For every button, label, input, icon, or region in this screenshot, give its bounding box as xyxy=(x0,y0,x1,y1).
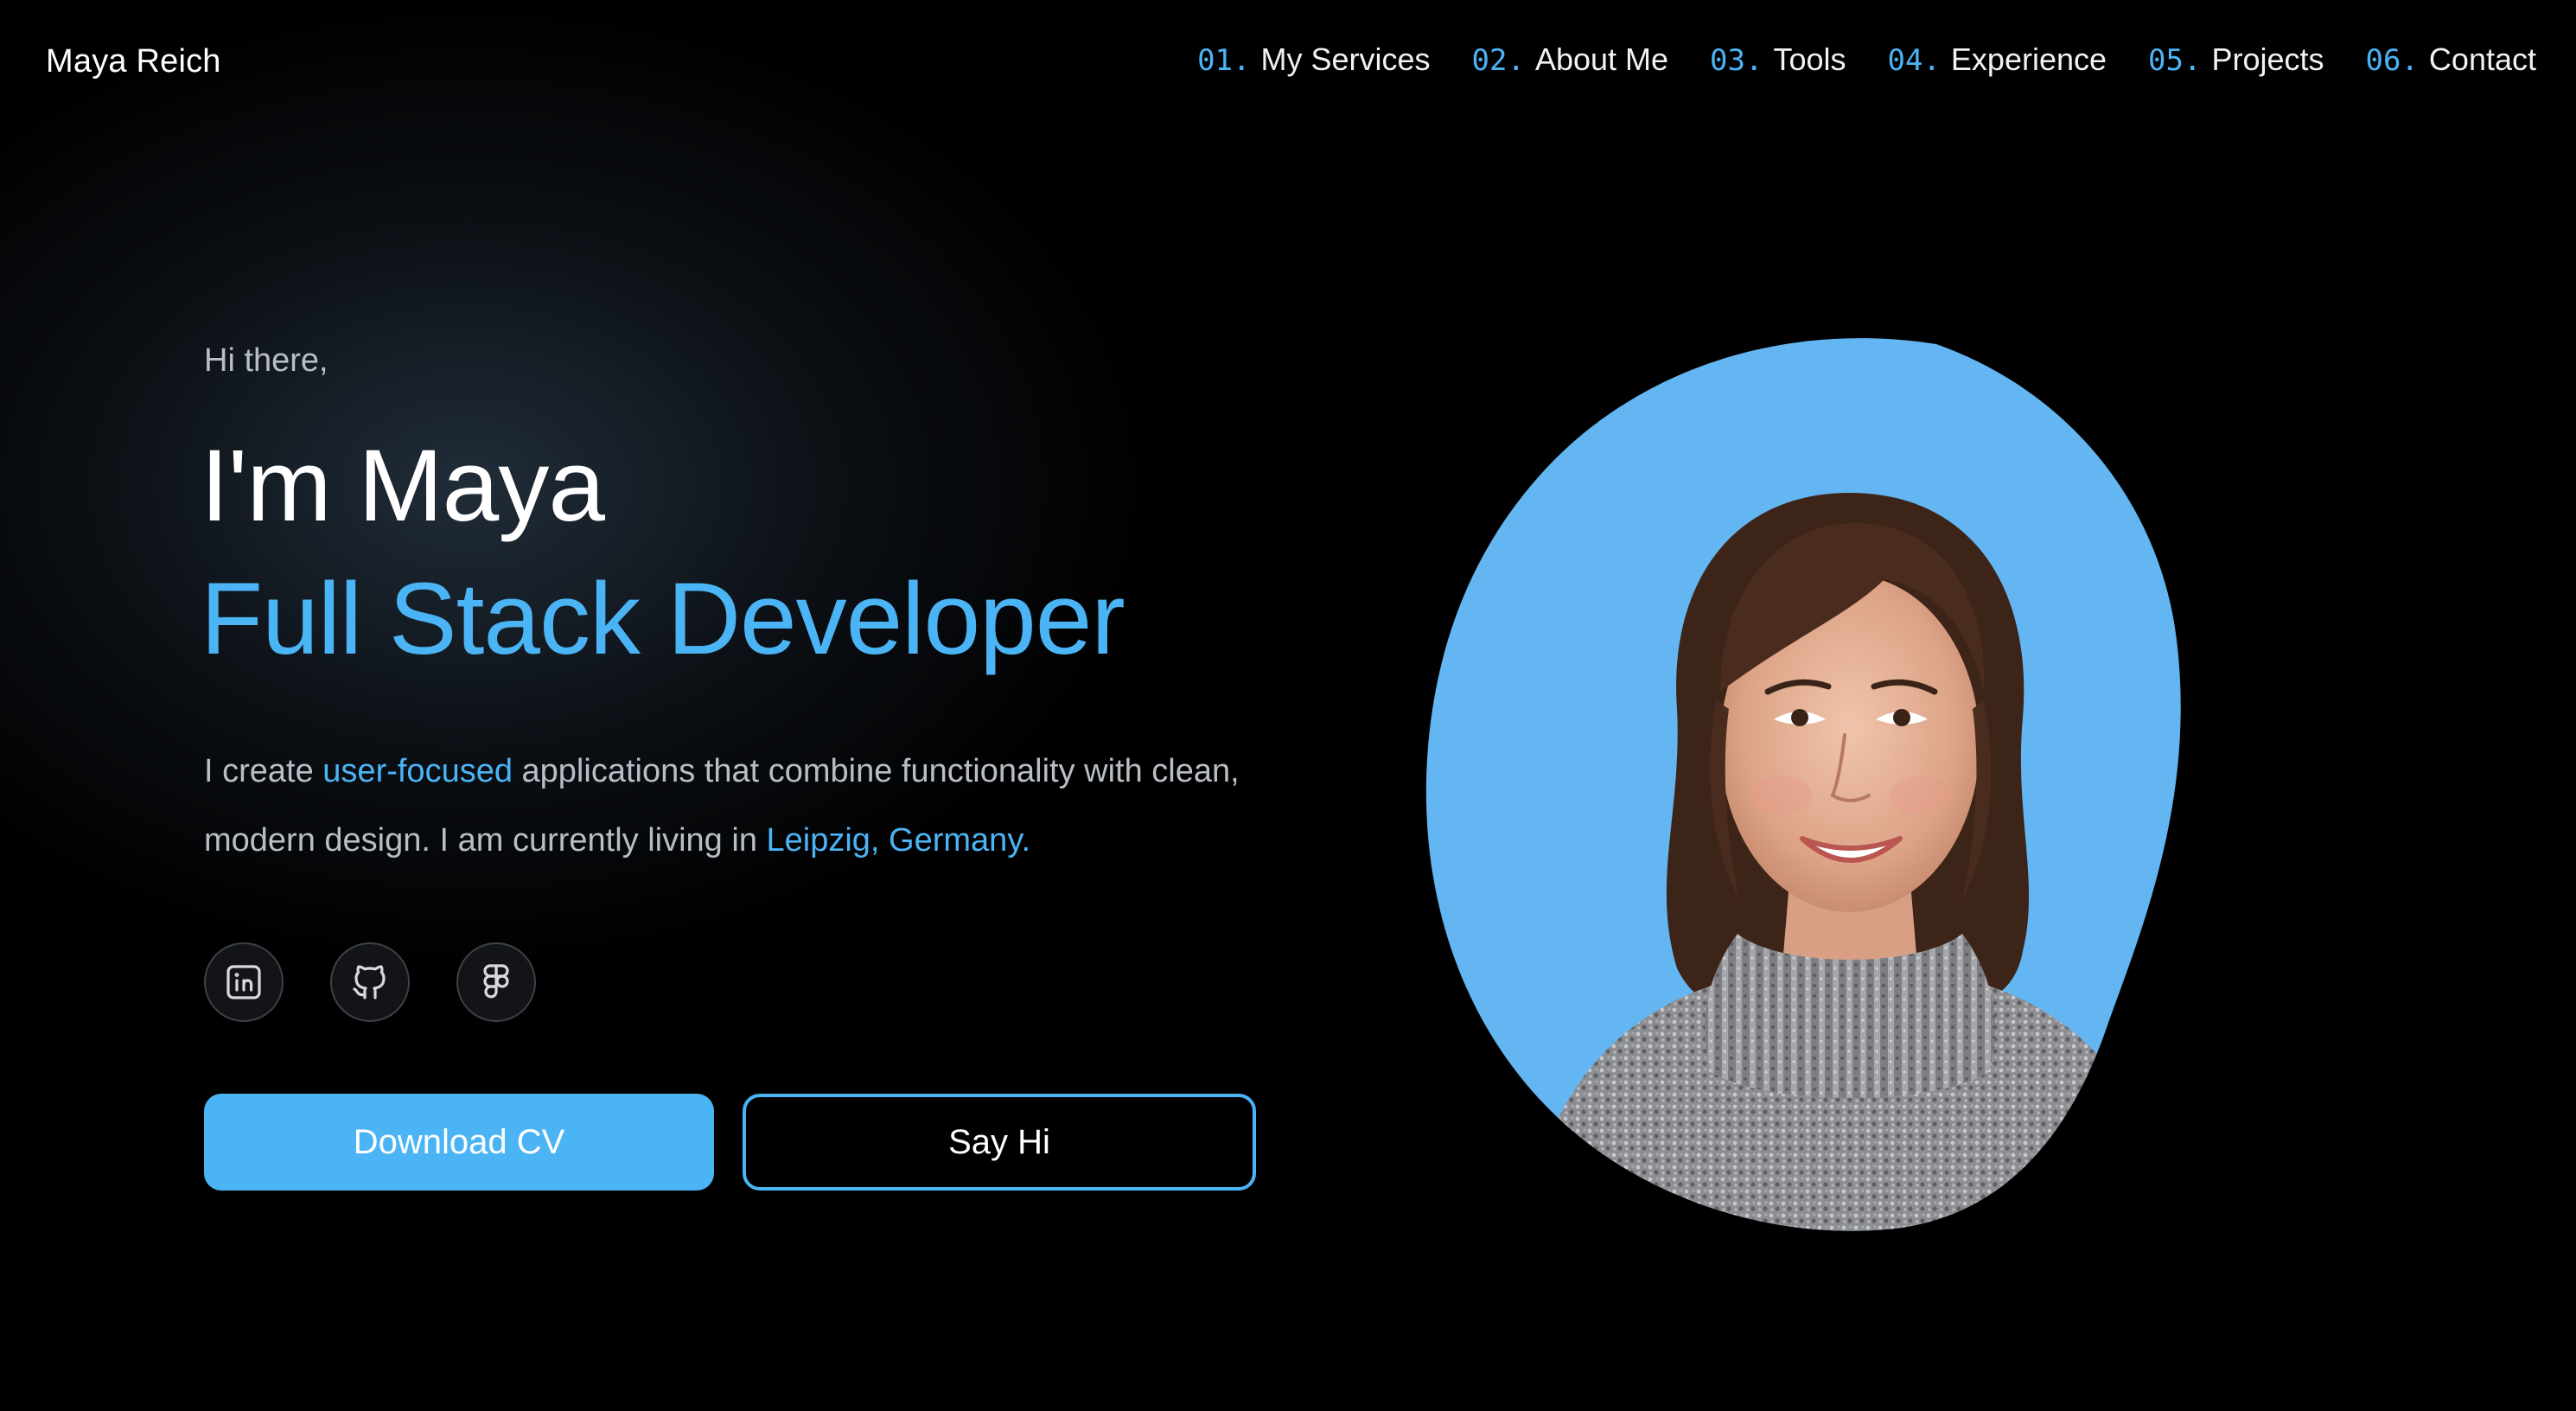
nav-label: Experience xyxy=(1950,42,2107,77)
brand-name[interactable]: Maya Reich xyxy=(46,42,221,81)
nav-label: Contact xyxy=(2428,42,2536,77)
nav-item-projects[interactable]: 05. Projects xyxy=(2148,40,2324,80)
nav-number: 04. xyxy=(1887,43,1941,78)
github-link[interactable] xyxy=(330,942,410,1022)
intro-highlight-location: Leipzig, Germany. xyxy=(766,822,1031,859)
intro-paragraph: I create user-focused applications that … xyxy=(204,737,1276,875)
profile-portrait xyxy=(1425,338,2181,1231)
hero-headline: I'm Maya xyxy=(201,429,605,543)
nav-number: 03. xyxy=(1710,43,1763,78)
github-icon xyxy=(353,965,386,999)
linkedin-icon xyxy=(226,965,261,999)
nav-label: Tools xyxy=(1773,42,1846,77)
nav-number: 01. xyxy=(1197,43,1251,78)
nav-item-contact[interactable]: 06. Contact xyxy=(2366,40,2537,80)
nav-number: 06. xyxy=(2365,43,2419,78)
nav-item-experience[interactable]: 04. Experience xyxy=(1888,40,2107,80)
say-hi-button[interactable]: Say Hi xyxy=(743,1094,1256,1191)
hero-role: Full Stack Developer xyxy=(201,562,1125,676)
nav-number: 02. xyxy=(1471,43,1525,78)
figma-icon xyxy=(483,964,509,999)
intro-text: I create xyxy=(204,753,323,789)
nav-label: My Services xyxy=(1260,42,1431,77)
hero-page: Maya Reich 01. My Services 02. About Me … xyxy=(0,0,2576,1411)
linkedin-link[interactable] xyxy=(204,942,284,1022)
greeting-text: Hi there, xyxy=(204,342,328,379)
intro-highlight-user-focused: user-focused xyxy=(322,753,513,789)
download-cv-button[interactable]: Download CV xyxy=(204,1094,714,1191)
nav-label: About Me xyxy=(1534,42,1669,77)
nav-item-my-services[interactable]: 01. My Services xyxy=(1197,40,1430,80)
figma-link[interactable] xyxy=(456,942,536,1022)
social-links xyxy=(204,942,536,1022)
main-nav: 01. My Services 02. About Me 03. Tools 0… xyxy=(1197,40,2536,80)
nav-number: 05. xyxy=(2148,43,2202,78)
nav-item-about-me[interactable]: 02. About Me xyxy=(1472,40,1669,80)
nav-label: Projects xyxy=(2211,42,2324,77)
nav-item-tools[interactable]: 03. Tools xyxy=(1710,40,1846,80)
